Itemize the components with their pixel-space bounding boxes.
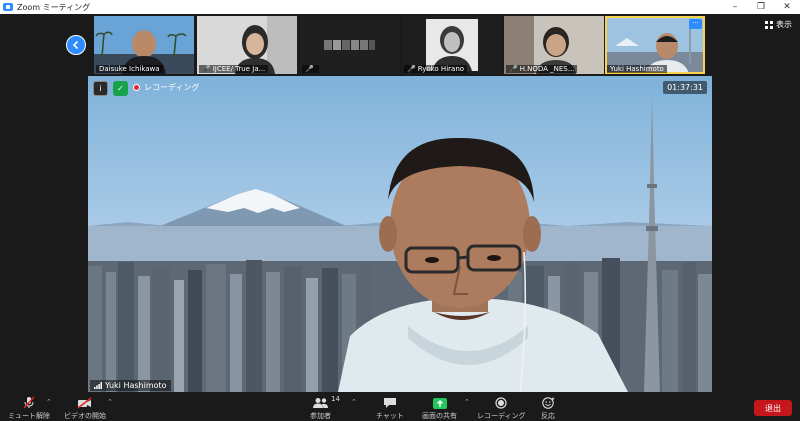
audio-options-caret-icon[interactable]: ⌃ [46,398,52,406]
view-label: 表示 [776,20,792,29]
speaker-video-frame [88,96,712,392]
zoom-app-icon [3,3,13,11]
participant-thumb[interactable]: 🎤 Ryoko Hirano [402,16,502,74]
mic-muted-icon: 🎤 [305,65,314,73]
record-label: レコーディング [477,412,526,420]
video-options-caret-icon[interactable]: ⌃ [107,398,113,406]
share-screen-button[interactable]: 画面の共有 [422,396,457,421]
video-off-icon [77,397,92,409]
participant-thumb[interactable]: Daisuke Ichikawa [94,16,194,74]
record-icon [495,397,507,409]
signal-bars-icon [94,382,102,389]
reactions-icon [541,397,554,409]
participant-name: Daisuke Ichikawa [96,65,163,73]
start-video-label: ビデオの開始 [64,412,106,420]
recording-indicator: レコーディング [133,82,199,93]
more-options-button[interactable]: ··· [689,19,702,29]
participants-button[interactable]: 参加者 [310,396,331,421]
chat-label: チャット [376,412,404,420]
participant-name: 🎤 Ryoko Hirano [404,65,468,73]
participant-name: 🎤 [302,65,319,73]
participants-options-caret-icon[interactable]: ⌃ [351,398,357,406]
participant-thumb[interactable]: 🎤 IJCEE/ True Ja... [197,16,297,74]
participants-icon [312,398,328,408]
restore-button[interactable]: ❐ [748,0,774,14]
record-button[interactable]: レコーディング [477,396,526,421]
chevron-left-icon [72,40,79,50]
mic-muted-icon: 🎤 [509,65,518,73]
participant-name: 🎤 IJCEE/ True Ja... [199,65,269,73]
chat-icon [383,398,396,408]
main-speaker-video: i ✓ レコーディング 01:37:31 Yuki Hashimoto [88,76,712,392]
leave-button[interactable]: 退出 [754,400,792,416]
mic-muted-icon: 🎤 [407,65,416,73]
participant-name: 🎤 H.NODA _NES... [506,65,578,73]
gallery-strip: Daisuke Ichikawa 🎤 IJCEE/ True Ja... 🎤 🎤… [0,14,800,74]
start-video-button[interactable]: ビデオの開始 [64,396,106,421]
participant-thumb[interactable]: 🎤 H.NODA _NES... [504,16,604,74]
share-screen-label: 画面の共有 [422,412,457,420]
participant-thumb-active[interactable]: ··· Yuki Hashimoto [605,16,705,74]
participants-label: 参加者 [310,412,331,420]
mic-muted-icon: 🎤 [202,65,211,73]
share-screen-icon [432,398,447,409]
meeting-toolbar: ミュート解除 ⌃ ビデオの開始 ⌃ 参加者 14 ⌃ チャット 画面の共有 ⌃ … [0,392,800,421]
participant-thumb[interactable]: 🎤 [300,16,400,74]
grid-icon [765,20,773,29]
reactions-button[interactable]: 反応 [541,396,555,421]
unmute-label: ミュート解除 [8,412,50,420]
minimize-button[interactable]: – [722,0,748,14]
window-title: Zoom ミーティング [17,2,91,12]
title-bar: Zoom ミーティング – ❐ ✕ [0,0,800,14]
view-button[interactable]: 表示 [765,19,792,30]
share-options-caret-icon[interactable]: ⌃ [464,398,470,406]
window-controls: – ❐ ✕ [722,0,800,14]
gallery-prev-button[interactable] [66,35,86,55]
zoom-window: Zoom ミーティング – ❐ ✕ Daisuke Ichikawa 🎤 IJC… [0,0,800,421]
encryption-shield-icon[interactable]: ✓ [113,81,128,96]
reactions-label: 反応 [541,412,555,420]
microphone-muted-icon [23,396,35,409]
unmute-button[interactable]: ミュート解除 [8,396,50,421]
speaker-name: Yuki Hashimoto [105,381,167,390]
chat-button[interactable]: チャット [376,396,404,421]
close-button[interactable]: ✕ [774,0,800,14]
speaker-name-tag: Yuki Hashimoto [90,380,171,391]
info-icon[interactable]: i [93,81,108,96]
participants-count: 14 [331,395,340,403]
participant-name: Yuki Hashimoto [607,65,667,73]
recording-label: レコーディング [144,83,200,92]
meeting-timer: 01:37:31 [663,81,707,94]
recording-dot-icon [133,84,140,91]
